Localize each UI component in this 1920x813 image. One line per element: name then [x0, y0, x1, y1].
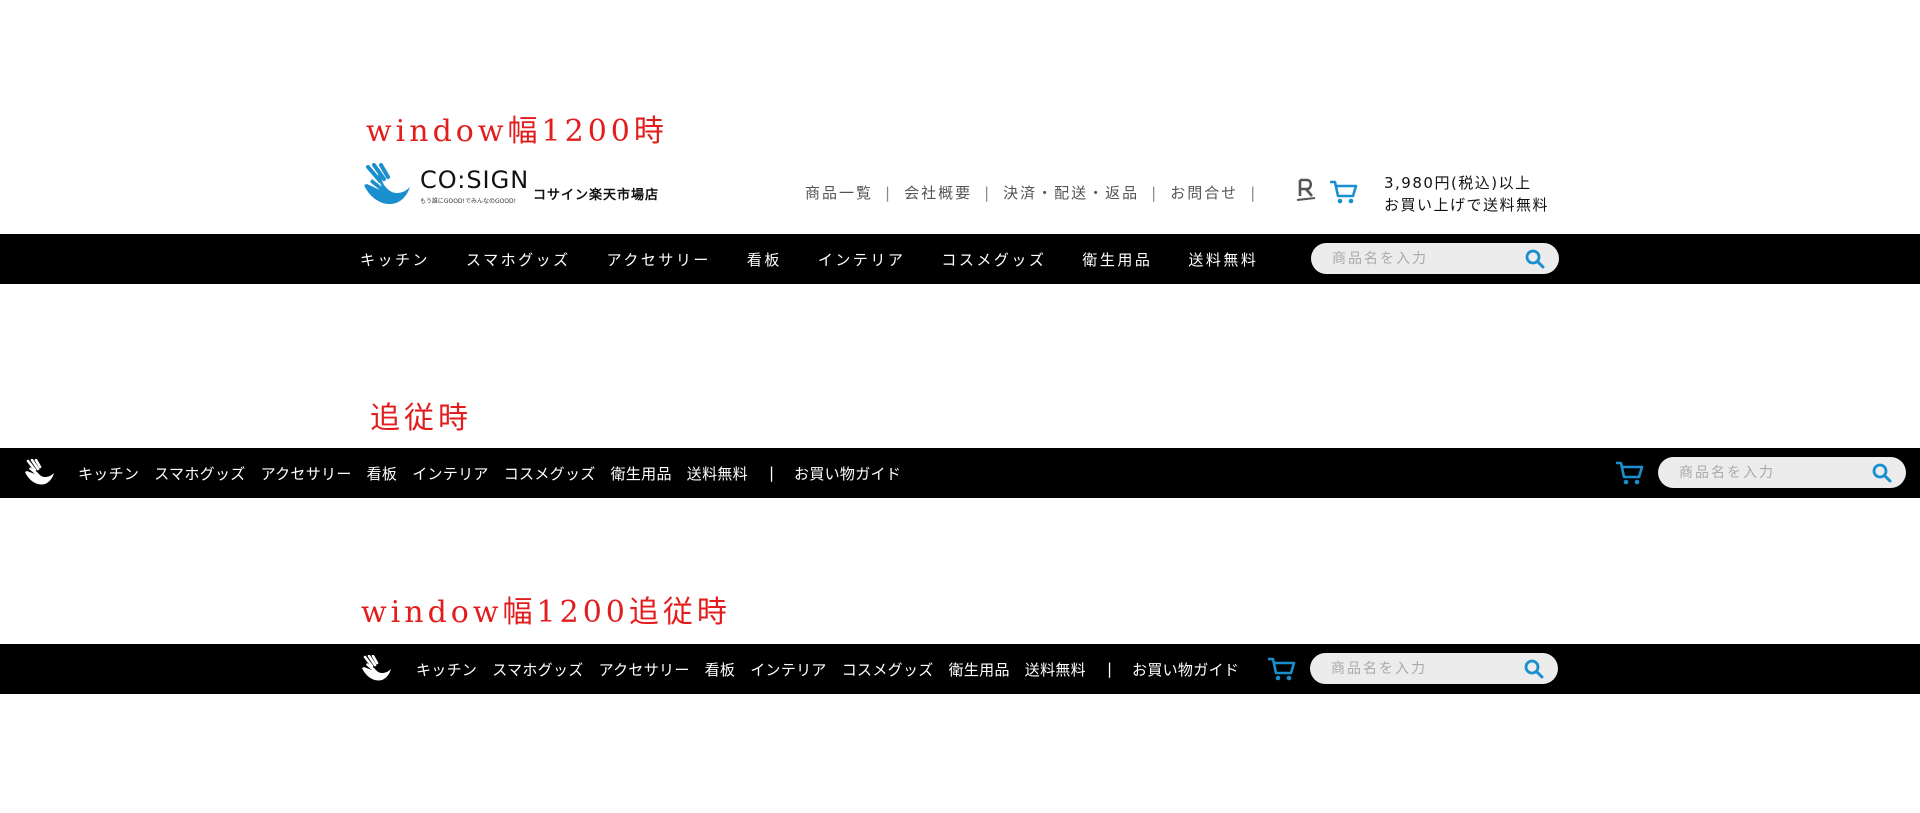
rakuten-r-icon[interactable]: [1296, 178, 1316, 202]
sticky-nav: キッチン スマホグッズ アクセサリー 看板 インテリア コスメグッズ 衛生用品 …: [78, 448, 916, 498]
site-logo[interactable]: CO:SIGN もう誰にGOOD!でみんなのGOOD!: [360, 163, 529, 209]
logo-wordmark: CO:SIGN: [420, 165, 530, 194]
nav-item-smartphone-goods[interactable]: スマホグッズ: [154, 463, 245, 484]
nav-item-free-shipping[interactable]: 送料無料: [687, 463, 748, 484]
section-label-1200: window幅1200時: [366, 114, 668, 149]
cart-icon[interactable]: [1616, 460, 1644, 486]
nav-item-shopping-guide[interactable]: お買い物ガイド: [1132, 659, 1239, 680]
link-separator: |: [1151, 183, 1159, 202]
nav-item-cosmetics[interactable]: コスメグッズ: [842, 659, 934, 680]
search-icon[interactable]: [1524, 659, 1544, 679]
section-label-sticky: 追従時: [370, 401, 472, 436]
search-box: [1311, 243, 1559, 274]
nav-separator: |: [1106, 660, 1113, 678]
nav-item-cosmetics[interactable]: コスメグッズ: [941, 249, 1046, 270]
cart-icon[interactable]: [1268, 656, 1296, 682]
nav-item-signboards[interactable]: 看板: [747, 249, 782, 270]
nav-item-hygiene[interactable]: 衛生用品: [611, 463, 672, 484]
hand-logo-icon[interactable]: [23, 459, 55, 487]
nav-separator: |: [768, 464, 775, 482]
sticky-nav-bar: キッチン スマホグッズ アクセサリー 看板 インテリア コスメグッズ 衛生用品 …: [0, 448, 1920, 498]
nav-item-free-shipping[interactable]: 送料無料: [1025, 659, 1086, 680]
link-company[interactable]: 会社概要: [904, 182, 972, 203]
cart-icon[interactable]: [1330, 179, 1358, 205]
nav-item-smartphone-goods[interactable]: スマホグッズ: [466, 249, 571, 270]
link-contact[interactable]: お問合せ: [1170, 182, 1238, 203]
nav-item-interior[interactable]: インテリア: [412, 463, 489, 484]
main-nav: キッチン スマホグッズ アクセサリー 看板 インテリア コスメグッズ 衛生用品 …: [360, 234, 1294, 284]
nav-item-cosmetics[interactable]: コスメグッズ: [504, 463, 596, 484]
nav-item-smartphone-goods[interactable]: スマホグッズ: [492, 659, 583, 680]
nav-item-signboards[interactable]: 看板: [705, 659, 736, 680]
link-separator: |: [1250, 183, 1258, 202]
logo-tagline: もう誰にGOOD!でみんなのGOOD!: [420, 197, 517, 205]
section-label-1200-sticky: window幅1200追従時: [361, 595, 731, 630]
nav-item-kitchen[interactable]: キッチン: [416, 659, 477, 680]
search-input[interactable]: [1330, 249, 1524, 268]
search-box: [1310, 653, 1558, 684]
nav-item-kitchen[interactable]: キッチン: [78, 463, 139, 484]
hand-logo-icon[interactable]: [360, 655, 392, 683]
link-separator: |: [885, 183, 893, 202]
search-box: [1658, 457, 1906, 488]
search-icon[interactable]: [1525, 249, 1545, 269]
nav-item-shopping-guide[interactable]: お買い物ガイド: [794, 463, 901, 484]
utility-links: 商品一覧 | 会社概要 | 決済・配送・返品 | お問合せ |: [805, 182, 1269, 203]
nav-item-kitchen[interactable]: キッチン: [360, 249, 430, 270]
shop-name: コサイン楽天市場店: [533, 188, 660, 203]
main-nav-bar: キッチン スマホグッズ アクセサリー 看板 インテリア コスメグッズ 衛生用品 …: [0, 234, 1920, 284]
link-product-list[interactable]: 商品一覧: [805, 182, 873, 203]
nav-item-hygiene[interactable]: 衛生用品: [949, 659, 1010, 680]
link-payment-shipping[interactable]: 決済・配送・返品: [1003, 182, 1139, 203]
nav-item-accessories[interactable]: アクセサリー: [599, 659, 690, 680]
free-shipping-notice: 3,980円(税込)以上 お買い上げで送料無料: [1384, 172, 1549, 216]
link-separator: |: [984, 183, 992, 202]
search-input[interactable]: [1329, 659, 1523, 678]
nav-item-free-shipping[interactable]: 送料無料: [1188, 249, 1258, 270]
search-icon[interactable]: [1872, 463, 1892, 483]
nav-item-accessories[interactable]: アクセサリー: [607, 249, 711, 270]
shipping-line-1: 3,980円(税込)以上: [1384, 174, 1532, 192]
nav-item-signboards[interactable]: 看板: [367, 463, 398, 484]
sticky-nav: キッチン スマホグッズ アクセサリー 看板 インテリア コスメグッズ 衛生用品 …: [416, 644, 1254, 694]
nav-item-interior[interactable]: インテリア: [750, 659, 827, 680]
sticky-nav-bar-1200: キッチン スマホグッズ アクセサリー 看板 インテリア コスメグッズ 衛生用品 …: [0, 644, 1920, 694]
search-input[interactable]: [1677, 463, 1871, 482]
shipping-line-2: お買い上げで送料無料: [1384, 196, 1550, 214]
nav-item-accessories[interactable]: アクセサリー: [261, 463, 352, 484]
nav-item-interior[interactable]: インテリア: [818, 249, 906, 270]
hand-logo-icon: [364, 163, 410, 205]
nav-item-hygiene[interactable]: 衛生用品: [1082, 249, 1152, 270]
